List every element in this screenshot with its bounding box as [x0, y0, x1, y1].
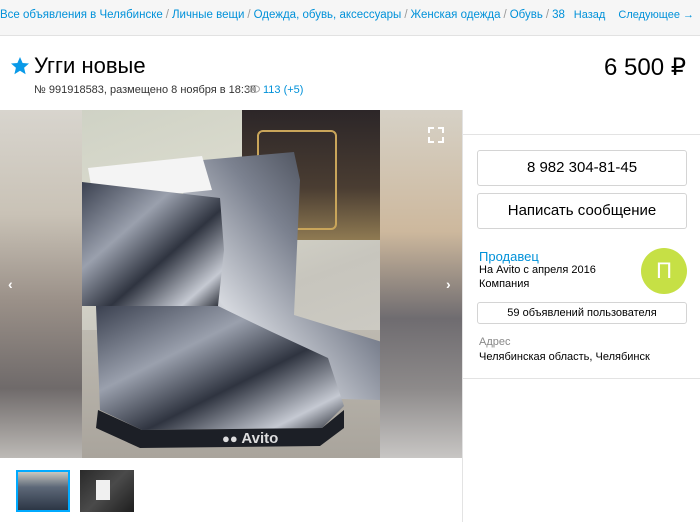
panel-bottom-divider — [463, 378, 700, 379]
breadcrumb-personal-items[interactable]: Личные вещи — [172, 9, 244, 21]
breadcrumb-clothing[interactable]: Одежда, обувь, аксессуары — [254, 9, 402, 21]
breadcrumb-shoes[interactable]: Обувь — [510, 9, 543, 21]
views-counter: 113 (+5) — [248, 84, 303, 96]
show-phone-button[interactable]: 8 982 304-81-45 — [477, 150, 687, 186]
main-photo[interactable] — [82, 110, 380, 458]
thumbnail-label-tag — [96, 480, 110, 500]
breadcrumb-separator: / — [545, 9, 550, 21]
seller-listings-button[interactable]: 59 объявлений пользователя — [477, 302, 687, 324]
back-link[interactable]: Назад — [574, 9, 606, 21]
listing-meta: № 991918583, размещено 8 ноября в 18:30 — [34, 84, 257, 96]
panel-top-divider — [463, 134, 700, 135]
page-title: Угги новые — [34, 53, 146, 78]
breadcrumb-separator: / — [503, 9, 507, 21]
send-message-button[interactable]: Написать сообщение — [477, 193, 687, 229]
next-listing-link[interactable]: Следующее → — [618, 9, 694, 21]
favorite-star-icon[interactable] — [10, 56, 30, 76]
price: 6 500 ₽ — [604, 54, 686, 81]
watermark-text: Avito — [241, 430, 279, 447]
breadcrumb-separator: / — [165, 9, 169, 21]
boots-image — [82, 152, 380, 448]
avito-watermark: ●● Avito — [222, 430, 278, 447]
breadcrumb-separator: / — [404, 9, 408, 21]
views-count: 113 (+5) — [263, 84, 304, 96]
gallery-next-arrow[interactable]: › — [446, 276, 451, 292]
gallery-prev-arrow[interactable]: ‹ — [8, 276, 13, 292]
thumbnail-2[interactable] — [80, 470, 134, 512]
breadcrumb: Все объявления в Челябинске / Личные вещи /… — [0, 9, 565, 21]
thumbnail-1[interactable] — [16, 470, 70, 512]
seller-since: На Avito с апреля 2016 — [479, 264, 596, 276]
panel-divider — [462, 110, 463, 522]
avatar[interactable]: П — [641, 248, 687, 294]
breadcrumb-women-clothing[interactable]: Женская одежда — [411, 9, 501, 21]
avito-logo-icon: ●● — [222, 431, 238, 446]
breadcrumb-separator: / — [247, 9, 251, 21]
listing-nav: Назад Следующее → — [564, 9, 694, 21]
breadcrumb-all-listings[interactable]: Все объявления в Челябинске — [0, 9, 163, 21]
seller-name-link[interactable]: Продавец — [479, 249, 539, 264]
breadcrumb-bar: Все объявления в Челябинске / Личные вещи /… — [0, 0, 700, 36]
photo-gallery: ‹ › ●● Avito — [0, 110, 462, 458]
seller-type: Компания — [479, 278, 530, 290]
fullscreen-icon[interactable] — [428, 127, 444, 143]
address-label: Адрес — [479, 336, 511, 348]
address-value: Челябинская область, Челябинск — [479, 351, 650, 363]
eye-icon — [248, 85, 260, 93]
